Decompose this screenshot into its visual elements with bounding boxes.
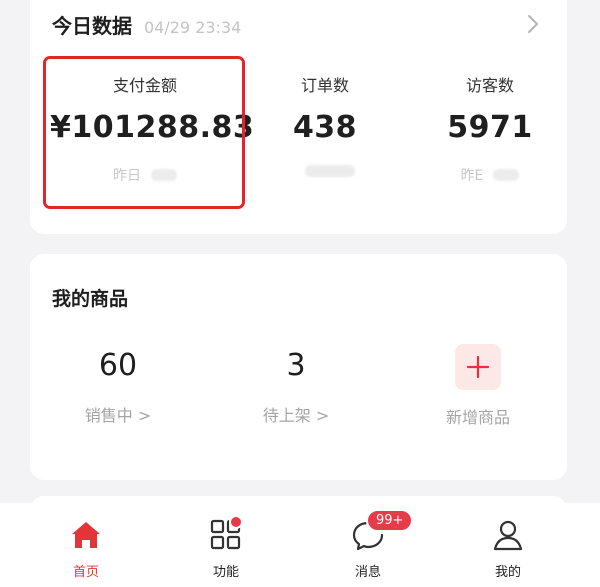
chevron-right-icon[interactable] [521, 12, 545, 36]
tab-label: 首页 [72, 565, 99, 580]
notification-dot [229, 515, 243, 529]
goods-label: 待上架 > [262, 406, 330, 425]
stat-sub [255, 165, 395, 177]
plus-icon [455, 344, 501, 390]
goods-label: 销售中 > [84, 406, 152, 425]
goods-on-sale[interactable]: 60 销售中 > [68, 344, 168, 426]
goods-label: 新增商品 [445, 408, 510, 427]
stat-visitor-count[interactable]: 访客数 5971 昨E [420, 72, 560, 185]
stat-label: 订单数 [300, 76, 349, 95]
blurred-value [305, 165, 355, 177]
chat-icon: 99+ [350, 509, 414, 553]
tab-functions[interactable]: 功能 [186, 515, 266, 580]
stat-value: 438 [292, 110, 358, 145]
tab-label: 我的 [494, 565, 521, 580]
goods-title: 我的商品 [52, 288, 129, 310]
today-title: 今日数据 [52, 14, 132, 38]
tab-label: 消息 [354, 565, 381, 580]
my-goods-card: 我的商品 60 销售中 > 3 待上架 > 新增商品 [30, 254, 567, 480]
tab-messages[interactable]: 99+ 消息 [328, 509, 414, 580]
goods-value: 3 [286, 348, 306, 383]
stat-sub-label: 昨E [460, 168, 484, 184]
today-header: 今日数据 04/29 23:34 [52, 10, 241, 39]
bottom-tab-bar: 首页 功能 99+ 消息 我的 [0, 503, 600, 587]
goods-value: 60 [98, 348, 138, 383]
stat-order-count[interactable]: 订单数 438 [255, 72, 395, 177]
grid-icon [208, 515, 244, 553]
highlight-box [43, 56, 245, 209]
blurred-value [493, 169, 520, 181]
tab-mine[interactable]: 我的 [468, 517, 548, 580]
today-time: 04/29 23:34 [144, 18, 242, 37]
tab-home[interactable]: 首页 [46, 517, 126, 580]
goods-pending[interactable]: 3 待上架 > [246, 344, 346, 426]
add-goods-button[interactable]: 新增商品 [426, 344, 530, 428]
stat-value: 5971 [447, 110, 533, 145]
tab-label: 功能 [212, 565, 239, 580]
stat-label: 访客数 [465, 76, 514, 95]
stat-sub: 昨E [420, 165, 560, 185]
home-icon [68, 517, 104, 553]
unread-badge: 99+ [366, 509, 414, 532]
user-icon [490, 517, 526, 553]
